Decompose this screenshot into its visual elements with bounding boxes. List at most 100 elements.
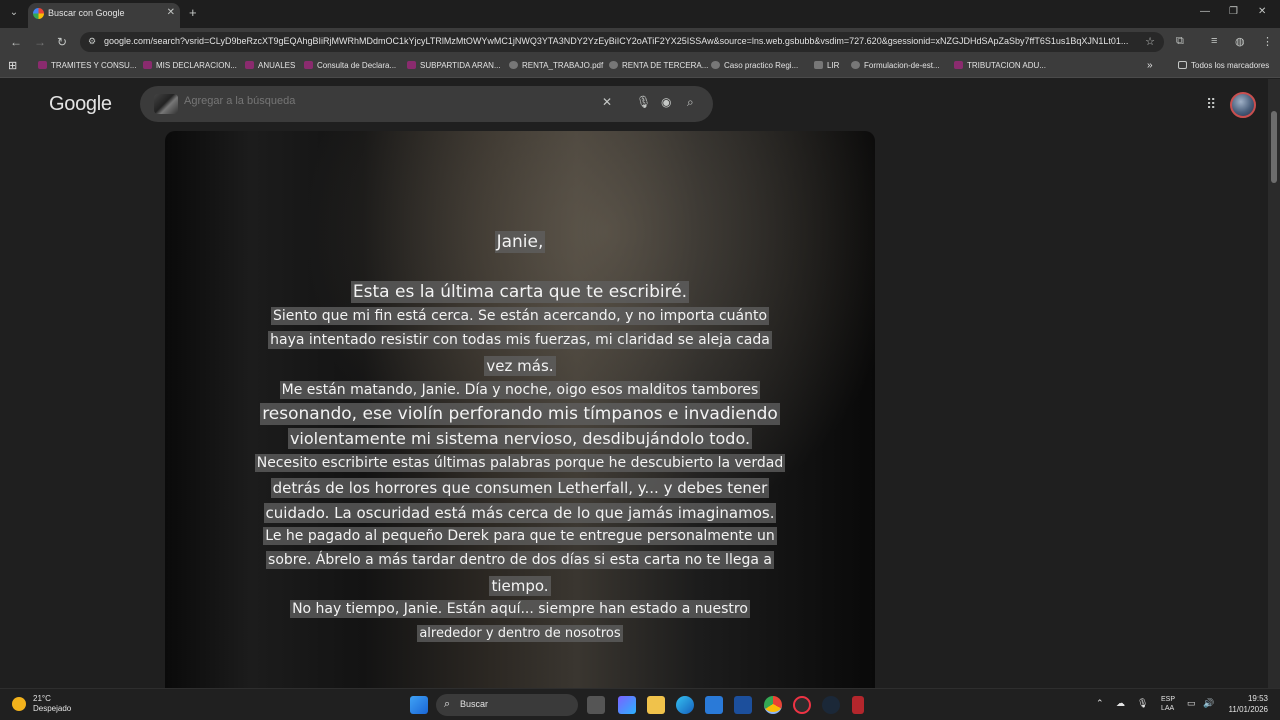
taskbar-search[interactable]: ⌕ Buscar: [436, 694, 578, 716]
file-explorer-icon[interactable]: [647, 696, 665, 714]
address-bar[interactable]: ⚙ google.com/search?vsrid=CLyD9beRzcXT9g…: [80, 32, 1164, 52]
all-bookmarks-folder[interactable]: Todos los marcadores: [1178, 61, 1269, 70]
bookmark-item[interactable]: TRAMITES Y CONSU...: [38, 61, 137, 70]
volume-icon[interactable]: 🔊: [1203, 698, 1214, 709]
search-input[interactable]: [184, 95, 584, 107]
avatar[interactable]: [1230, 92, 1256, 118]
tab-strip: ⌄ Buscar con Google ✕ + — ❐ ✕: [0, 0, 1280, 28]
folder-icon: [1178, 61, 1187, 69]
bookmark-star-icon[interactable]: ☆: [1145, 35, 1155, 48]
tab-close-icon[interactable]: ✕: [167, 7, 175, 18]
bookmark-favicon-icon: [954, 61, 963, 69]
taskbar-search-label: Buscar: [460, 699, 489, 709]
globe-icon: [711, 61, 720, 69]
bookmark-item[interactable]: Caso practico Regi...: [711, 61, 798, 70]
microphone-icon[interactable]: 🎙: [636, 95, 651, 109]
letter-line: alrededor y dentro de nosotros: [417, 625, 623, 642]
scrollbar-thumb[interactable]: [1271, 111, 1277, 183]
windows-taskbar: 21°C Despejado ⌕ Buscar ⌃ ☁ 🎙 ESP LAA ▭ …: [0, 688, 1280, 720]
outlook-icon[interactable]: [734, 696, 752, 714]
input-language[interactable]: ESP LAA: [1161, 695, 1175, 713]
edge-icon[interactable]: [676, 696, 694, 714]
letter-line: Esta es la última carta que te escribiré…: [350, 281, 690, 303]
more-bookmarks-icon[interactable]: »: [1147, 60, 1153, 71]
weather-widget[interactable]: 21°C Despejado: [33, 694, 71, 714]
tab-search-icon[interactable]: ⌄: [6, 5, 22, 21]
network-icon[interactable]: ☁: [1116, 698, 1125, 709]
clock-date: 11/01/2026: [1228, 705, 1268, 714]
profile-icon[interactable]: ◍: [1235, 35, 1245, 48]
clear-icon[interactable]: ✕: [602, 95, 612, 109]
page-scrollbar[interactable]: [1268, 79, 1280, 688]
letter-line: vez más.: [484, 356, 556, 376]
bookmark-favicon-icon: [143, 61, 152, 69]
browser-tab[interactable]: Buscar con Google ✕: [28, 3, 180, 28]
search-box: ✕ 🎙 ◉ ⌕: [140, 86, 713, 122]
search-image-thumbnail[interactable]: [154, 94, 178, 114]
letter-line: resonando, ese violín perforando mis tím…: [260, 403, 780, 425]
menu-icon[interactable]: ⋮: [1262, 35, 1273, 48]
close-window-icon[interactable]: ✕: [1258, 6, 1266, 17]
bookmark-favicon-icon: [304, 61, 313, 69]
letter-line: detrás de los horrores que consumen Leth…: [270, 478, 770, 498]
bookmark-item[interactable]: MIS DECLARACION...: [143, 61, 237, 70]
google-favicon-icon: [33, 8, 44, 19]
back-icon[interactable]: ←: [10, 35, 22, 49]
globe-icon: [851, 61, 860, 69]
media-controls-icon[interactable]: ≡: [1211, 35, 1217, 47]
bookmark-item[interactable]: RENTA DE TERCERA...: [609, 61, 708, 70]
bookmark-item[interactable]: SUBPARTIDA ARAN...: [407, 61, 501, 70]
letter-text: Janie, Esta es la última carta que te es…: [165, 131, 875, 691]
clock-time: 19:53: [1247, 694, 1268, 703]
globe-icon: [609, 61, 618, 69]
letter-line: haya intentado resistir con todas mis fu…: [268, 331, 772, 349]
result-image-panel[interactable]: Janie, Esta es la última carta que te es…: [165, 131, 875, 691]
bookmark-favicon-icon: [245, 61, 254, 69]
google-logo[interactable]: Google: [49, 93, 112, 116]
system-clock[interactable]: 19:53 11/01/2026: [1229, 693, 1268, 715]
windows-start-icon[interactable]: [410, 696, 428, 714]
steam-icon[interactable]: [822, 696, 840, 714]
forward-icon[interactable]: →: [34, 35, 46, 49]
tray-overflow-icon[interactable]: ⌃: [1096, 698, 1104, 709]
weather-moon-icon[interactable]: [12, 697, 26, 711]
keyboard-layout: LAA: [1161, 705, 1175, 712]
media-app-icon[interactable]: [793, 696, 811, 714]
chrome-icon[interactable]: [764, 696, 782, 714]
reload-icon[interactable]: ↻: [57, 35, 67, 49]
bookmark-favicon-icon: [38, 61, 47, 69]
store-icon[interactable]: [705, 696, 723, 714]
bookmark-item[interactable]: ANUALES: [245, 61, 295, 70]
language-code: ESP: [1161, 696, 1176, 703]
letter-line: No hay tiempo, Janie. Están aquí... siem…: [290, 600, 750, 618]
apps-grid-icon[interactable]: ⊞: [8, 59, 17, 72]
bookmark-item[interactable]: TRIBUTACION ADU...: [954, 61, 1046, 70]
bookmarks-bar: ⊞ TRAMITES Y CONSU... MIS DECLARACION...…: [0, 56, 1280, 78]
extensions-icon[interactable]: ⧉: [1176, 35, 1184, 48]
weather-temperature: 21°C: [33, 694, 51, 703]
minimize-icon[interactable]: —: [1200, 6, 1210, 17]
bookmark-item[interactable]: Formulacion-de-est...: [851, 61, 940, 70]
letter-line: Necesito escribirte estas últimas palabr…: [254, 454, 786, 472]
bookmark-favicon-icon: [814, 61, 823, 69]
bookmark-item[interactable]: LIR: [814, 61, 839, 70]
task-view-icon[interactable]: [587, 696, 605, 714]
letter-line: sobre. Ábrelo a más tardar dentro de dos…: [266, 551, 774, 569]
google-apps-icon[interactable]: ⠿: [1206, 96, 1216, 113]
bookmark-favicon-icon: [407, 61, 416, 69]
search-icon[interactable]: ⌕: [687, 95, 694, 110]
battery-app-icon[interactable]: [852, 696, 864, 714]
search-icon: ⌕: [444, 698, 451, 710]
letter-line: Me están matando, Janie. Día y noche, oi…: [279, 381, 761, 399]
new-tab-icon[interactable]: +: [189, 5, 197, 20]
letter-line: Le he pagado al pequeño Derek para que t…: [263, 527, 777, 545]
site-info-icon[interactable]: ⚙: [88, 36, 96, 47]
microphone-tray-icon[interactable]: 🎙: [1137, 698, 1148, 709]
bookmark-item[interactable]: Consulta de Declara...: [304, 61, 396, 70]
lens-camera-icon[interactable]: ◉: [661, 95, 671, 109]
restore-icon[interactable]: ❐: [1229, 6, 1238, 17]
copilot-icon[interactable]: [618, 696, 636, 714]
url-text[interactable]: google.com/search?vsrid=CLyD9beRzcXT9gEQ…: [104, 36, 1134, 46]
display-icon[interactable]: ▭: [1187, 698, 1196, 709]
bookmark-item[interactable]: RENTA_TRABAJO.pdf: [509, 61, 603, 70]
